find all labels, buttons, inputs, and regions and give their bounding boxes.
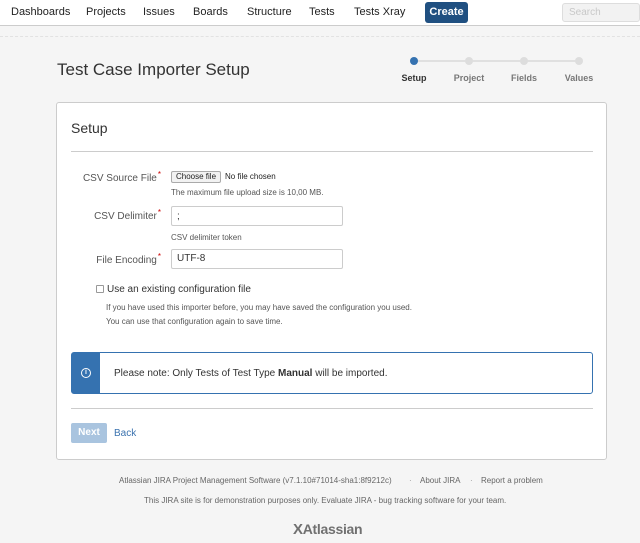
csv-delimiter-label: CSV Delimiter* <box>11 208 161 222</box>
info-message-text: Please note: Only Tests of Test Type Man… <box>114 368 387 379</box>
required-marker: * <box>157 170 161 179</box>
csv-delimiter-help: CSV delimiter token <box>171 233 242 242</box>
csv-delimiter-label-text: CSV Delimiter <box>94 211 157 222</box>
note-prefix: Please note: Only Tests of Test Type <box>114 368 278 379</box>
sub-header-bar <box>0 27 640 37</box>
use-existing-config-checkbox[interactable] <box>96 285 104 293</box>
required-marker: * <box>157 208 161 217</box>
file-encoding-label-text: File Encoding <box>96 255 157 266</box>
panel-title: Setup <box>71 120 108 136</box>
page-title: Test Case Importer Setup <box>57 60 250 79</box>
nav-tests[interactable]: Tests <box>309 6 335 18</box>
progress-step-fields-label: Fields <box>510 73 537 83</box>
file-encoding-select[interactable]: UTF-8 <box>171 249 343 269</box>
nav-dashboards[interactable]: Dashboards <box>11 6 70 18</box>
footer-about-link[interactable]: About JIRA <box>420 476 460 485</box>
progress-step-setup-label: Setup <box>401 73 427 83</box>
create-button[interactable]: Create <box>425 2 468 23</box>
back-link[interactable]: Back <box>114 428 136 439</box>
note-suffix: will be imported. <box>312 368 388 379</box>
footer-software-version: Atlassian JIRA Project Management Softwa… <box>119 476 392 485</box>
info-message: i Please note: Only Tests of Test Type M… <box>71 352 593 394</box>
nav-issues[interactable]: Issues <box>143 6 175 18</box>
choose-file-button[interactable]: Choose file <box>171 171 222 183</box>
file-status: No file chosen <box>225 172 276 181</box>
atlassian-logo-mark: X <box>293 521 303 538</box>
footer-demo-notice: This JIRA site is for demonstration purp… <box>144 496 507 505</box>
panel-divider-top <box>71 151 593 152</box>
search-input[interactable] <box>562 3 640 22</box>
progress-track-line <box>414 60 579 62</box>
setup-panel: Setup CSV Source File* Choose file No fi… <box>56 102 607 460</box>
info-message-bar: i <box>72 353 100 393</box>
note-emphasis: Manual <box>277 368 313 379</box>
use-existing-config-label[interactable]: Use an existing configuration file <box>107 284 251 295</box>
footer-separator: · <box>409 476 412 485</box>
next-button[interactable]: Next <box>71 423 107 443</box>
csv-source-label-text: CSV Source File <box>82 173 157 184</box>
progress-step-values-dot <box>575 57 583 65</box>
csv-delimiter-input[interactable] <box>171 206 343 226</box>
progress-step-project-dot <box>465 57 473 65</box>
file-encoding-label: File Encoding* <box>11 252 161 266</box>
footer-report-link[interactable]: Report a problem <box>481 476 543 485</box>
progress-step-fields-dot <box>520 57 528 65</box>
info-icon: i <box>81 368 91 378</box>
nav-projects[interactable]: Projects <box>86 6 126 18</box>
nav-structure[interactable]: Structure <box>247 6 292 18</box>
panel-divider-bottom <box>71 408 593 409</box>
csv-source-label: CSV Source File* <box>11 170 161 184</box>
atlassian-logo-text: Atlassian <box>302 521 363 537</box>
nav-boards[interactable]: Boards <box>193 6 228 18</box>
footer-separator: · <box>470 476 473 485</box>
progress-step-values-label: Values <box>564 73 594 83</box>
atlassian-logo: XAtlassian <box>293 521 363 538</box>
csv-source-help: The maximum file upload size is 10,00 MB… <box>171 188 324 197</box>
top-navigation: Dashboards Projects Issues Boards Struct… <box>0 0 640 26</box>
required-marker: * <box>157 252 161 261</box>
existing-config-help-1: If you have used this importer before, y… <box>106 303 412 312</box>
progress-step-project-label: Project <box>453 73 485 83</box>
progress-step-setup-dot <box>410 57 418 65</box>
nav-tests-xray[interactable]: Tests Xray <box>354 6 405 18</box>
existing-config-help-2: You can use that configuration again to … <box>106 317 283 326</box>
